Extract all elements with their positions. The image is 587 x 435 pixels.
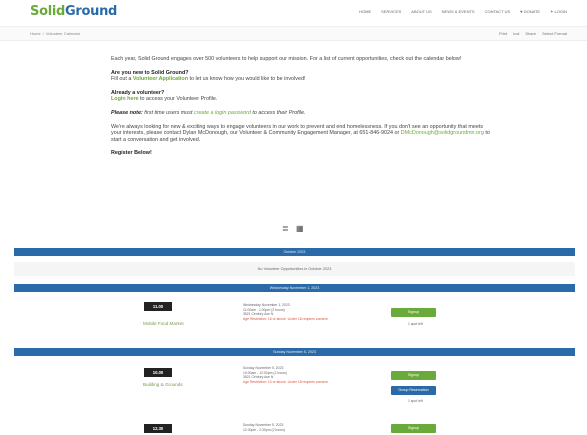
logo-text-solid: Solid <box>30 4 66 19</box>
event-details: Sunday November 5, 2023 12:30pm - 2:30pm… <box>243 423 286 432</box>
no-opportunities-row: No Volunteer Opportunities in October 20… <box>14 262 575 276</box>
signup-button[interactable]: Signup <box>391 308 436 317</box>
calendar-view-icon[interactable]: ▦ <box>296 225 304 233</box>
breadcrumb: Home / Volunteer Calendar <box>30 31 81 36</box>
event-title[interactable]: Mobile Food Market <box>143 321 184 326</box>
site-logo[interactable]: SolidGround <box>30 4 117 19</box>
new-volunteer-block: Are you new to Solid Ground? Fill out a … <box>111 69 306 83</box>
login-here-link[interactable]: Login here <box>111 96 139 102</box>
event-details: Wednesday November 1, 2023 11:00am - 1:0… <box>243 303 328 322</box>
new-volunteer-heading: Are you new to Solid Ground? <box>111 69 189 76</box>
email-link[interactable]: DMcDonough@solidgroundmn.org <box>401 130 484 136</box>
note-label: Please note: <box>111 109 143 116</box>
event-details: Sunday November 5, 2023 10:00am - 12:00p… <box>243 366 328 385</box>
already-volunteer-heading: Already a volunteer? <box>111 89 165 96</box>
event-time-badge: 12.30 <box>144 424 172 433</box>
event-row: 11.00 Mobile Food Market Wednesday Novem… <box>14 302 575 342</box>
note-block: Please note: first time users must creat… <box>111 109 306 116</box>
share-link[interactable]: Share <box>525 31 536 36</box>
nav-home[interactable]: HOME <box>359 9 371 14</box>
nav-news-events[interactable]: NEWS & EVENTS <box>442 9 475 14</box>
event-row: 12.30 Sunday November 5, 2023 12:30pm - … <box>14 421 575 435</box>
main-nav: HOME SERVICES ABOUT US NEWS & EVENTS CON… <box>359 9 567 14</box>
nav-contact-us[interactable]: CONTACT US <box>485 9 511 14</box>
age-restriction: Age Restriction: 14 or above. Under 18 r… <box>243 380 328 385</box>
breadcrumb-current: Volunteer Calendar <box>45 31 81 36</box>
spots-left: 1 spot left <box>408 399 423 403</box>
nav-services[interactable]: SERVICES <box>381 9 401 14</box>
nav-about-us[interactable]: ABOUT US <box>411 9 431 14</box>
sub-bar: Home / Volunteer Calendar Print Ical Share… <box>0 26 587 41</box>
spots-left: 1 spot left <box>408 322 423 326</box>
event-row: 10.00 Building & Grounds Sunday November… <box>14 365 575 409</box>
select-format-link[interactable]: Select Format <box>542 31 567 36</box>
breadcrumb-home[interactable]: Home <box>30 31 41 36</box>
list-view-icon[interactable]: ≣ <box>282 225 290 233</box>
top-header: SolidGround HOME SERVICES ABOUT US NEWS … <box>0 0 587 26</box>
group-reservation-button[interactable]: Group Reservation <box>391 386 436 395</box>
register-heading: Register Below! <box>111 150 152 157</box>
signup-button[interactable]: Signup <box>391 371 436 380</box>
ical-link[interactable]: Ical <box>513 31 519 36</box>
intro-paragraph: Each year, Solid Ground engages over 500… <box>111 56 462 62</box>
day-bar-2: Sunday November 5, 2023 <box>14 348 575 356</box>
day-bar-1: Wednesday November 1, 2023 <box>14 284 575 292</box>
print-link[interactable]: Print <box>499 31 507 36</box>
event-time-badge: 10.00 <box>144 368 172 377</box>
month-bar: October 2023 <box>14 248 575 256</box>
nav-login[interactable]: ✦ LOGIN <box>550 9 567 14</box>
view-toggle: ≣ ▦ <box>282 225 304 233</box>
logo-text-ground: Ground <box>65 4 118 19</box>
age-restriction: Age Restriction: 16 or above. Under 18 r… <box>243 317 328 322</box>
signup-button[interactable]: Signup <box>391 424 436 433</box>
event-title[interactable]: Building & Grounds <box>143 382 183 387</box>
volunteer-application-link[interactable]: Volunteer Application <box>133 76 188 82</box>
contact-paragraph: We're always looking for new & exciting … <box>111 123 490 143</box>
page-tools: Print Ical Share Select Format <box>499 31 567 36</box>
intro-content: Each year, Solid Ground engages over 500… <box>111 56 491 164</box>
already-volunteer-block: Already a volunteer? Login here to acces… <box>111 89 218 103</box>
event-time-badge: 11.00 <box>144 302 172 311</box>
nav-donate[interactable]: ♥ DONATE <box>520 9 540 14</box>
create-password-link[interactable]: create a login password <box>194 110 251 116</box>
